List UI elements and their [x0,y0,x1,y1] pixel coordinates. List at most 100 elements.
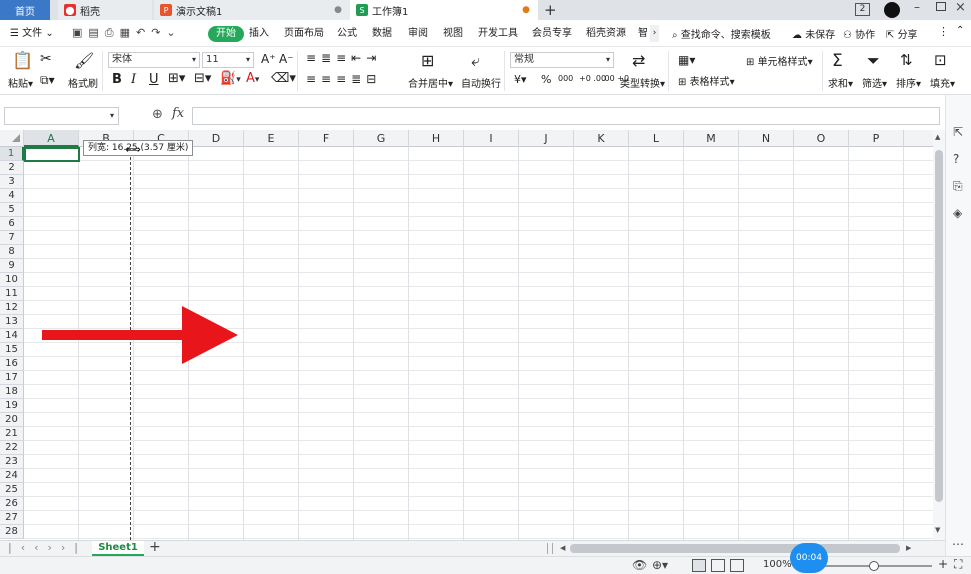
row-header-24[interactable]: 24 [0,469,24,483]
tab-close-dot-icon[interactable]: ● [334,5,342,15]
row-header-28[interactable]: 28 [0,525,24,539]
row-header-8[interactable]: 8 [0,245,24,259]
collapse-ribbon-icon[interactable]: ⌃ [956,25,964,36]
zoom-formula-icon[interactable]: ⊕ [152,107,163,122]
share-button[interactable]: ⇱ 分享 [886,26,918,41]
number-format-select[interactable]: 常规 ▾ [510,52,614,68]
more-menu-icon[interactable]: ⋮ [938,25,949,38]
tab-data[interactable]: 数据 [368,26,396,42]
sort-button[interactable]: 排序▾ [896,75,921,90]
tab-review[interactable]: 审阅 [404,26,432,42]
fx-button[interactable]: fx [172,106,184,121]
fill-color-icon[interactable]: ⛽▾ [220,71,241,86]
row-header-7[interactable]: 7 [0,231,24,245]
clear-format-icon[interactable]: ⌫▾ [271,71,296,86]
row-header-13[interactable]: 13 [0,315,24,329]
filter-button[interactable]: 筛选▾ [862,75,887,90]
currency-button[interactable]: ¥▾ [514,73,527,86]
column-header-i[interactable]: I [464,130,519,147]
merge-cells-icon[interactable]: ⊞ [421,51,434,70]
font-name-select[interactable]: 宋体 ▾ [108,52,200,68]
column-header-d[interactable]: D [189,130,244,147]
row-header-9[interactable]: 9 [0,259,24,273]
tab-resources[interactable]: 稻壳资源 [582,26,630,42]
tab-vip[interactable]: 会员专享 [528,26,576,42]
tab-page-layout[interactable]: 页面布局 [280,26,328,42]
merge-center-button[interactable]: 合并居中▾ [408,75,453,90]
row-header-14[interactable]: 14 [0,329,24,343]
search-command[interactable]: ⌕ 查找命令、搜索模板 [672,26,771,41]
tab-start[interactable]: 开始 [208,26,244,42]
scroll-up-icon[interactable]: ▲ [935,133,940,141]
format-painter-icon[interactable]: 🖌 [74,51,94,70]
table-style-button[interactable]: ⊞ 表格样式▾ [678,73,735,88]
row-header-20[interactable]: 20 [0,413,24,427]
column-header-a[interactable]: A [24,130,79,147]
column-header-l[interactable]: L [629,130,684,147]
fill-icon[interactable]: ⊡ [934,51,947,69]
fullscreen-icon[interactable]: ⛶ [954,557,962,572]
column-header-o[interactable]: O [794,130,849,147]
language-icon[interactable]: ⊕▾ [652,558,668,572]
row-header-26[interactable]: 26 [0,497,24,511]
tab-developer[interactable]: 开发工具 [474,26,522,42]
conditional-format-button[interactable]: ▦▾ [678,53,695,67]
select-pointer-icon[interactable]: ⇱ [953,125,963,139]
column-header-k[interactable]: K [574,130,629,147]
select-all-corner[interactable] [0,130,24,147]
row-header-10[interactable]: 10 [0,273,24,287]
row-header-16[interactable]: 16 [0,357,24,371]
fill-pattern-icon[interactable]: ⊟▾ [194,71,211,86]
backup-icon[interactable]: ⎘ [953,179,963,194]
reading-view-icon[interactable] [730,559,744,572]
row-header-18[interactable]: 18 [0,385,24,399]
sheet-tab-sheet1[interactable]: Sheet1 [92,541,144,556]
scroll-down-icon[interactable]: ▼ [935,526,940,534]
row-header-3[interactable]: 3 [0,175,24,189]
row-header-1[interactable]: 1 [0,147,24,161]
tab-formula[interactable]: 公式 [333,26,361,42]
location-icon[interactable]: ◈ [953,206,962,220]
name-box[interactable]: ▾ [4,107,119,125]
font-shrink-icon[interactable]: A⁻ [279,52,294,66]
tab-presentation[interactable]: P 演示文稿1 ● [154,0,350,20]
help-icon[interactable]: ? [953,152,959,166]
unsaved-status[interactable]: ☁ 未保存 [792,26,835,41]
row-header-12[interactable]: 12 [0,301,24,315]
page-break-view-icon[interactable] [711,559,725,572]
paste-icon[interactable]: 📋 [12,51,33,71]
scroll-right-icon[interactable]: ▶ [906,544,911,552]
more-options-icon[interactable]: ⋯ [952,537,964,551]
row-header-25[interactable]: 25 [0,483,24,497]
column-header-j[interactable]: J [519,130,574,147]
sort-icon[interactable]: ⇅ [900,51,913,69]
italic-button[interactable]: I [131,72,136,87]
scroll-left-icon[interactable]: ◀ [560,544,565,552]
tab-insert[interactable]: 插入 [245,26,273,42]
row-header-23[interactable]: 23 [0,455,24,469]
vertical-scroll-thumb[interactable] [935,150,943,502]
type-convert-icon[interactable]: ⇄ [632,51,645,70]
column-header-p[interactable]: P [849,130,904,147]
sum-icon[interactable]: Σ [832,51,843,71]
row-header-2[interactable]: 2 [0,161,24,175]
font-color-icon[interactable]: A▾ [246,71,259,86]
underline-button[interactable]: U [149,72,159,87]
row-header-27[interactable]: 27 [0,511,24,525]
bold-button[interactable]: B [112,72,122,87]
cut-icon[interactable]: ✂ [40,51,52,67]
font-grow-icon[interactable]: A⁺ [261,52,276,66]
sheet-nav-icons[interactable]: |‹‹››| [8,541,87,554]
sum-button[interactable]: 求和▾ [828,75,853,90]
row-header-6[interactable]: 6 [0,217,24,231]
vertical-align-icons[interactable]: ≡≣≡⇤⇥ [306,51,381,65]
normal-view-icon[interactable] [692,559,706,572]
row-header-5[interactable]: 5 [0,203,24,217]
vertical-scrollbar[interactable]: ▲ ▼ [933,130,945,540]
font-size-select[interactable]: 11 ▾ [202,52,254,68]
column-header-n[interactable]: N [739,130,794,147]
row-header-17[interactable]: 17 [0,371,24,385]
tab-view[interactable]: 视图 [439,26,467,42]
column-header-g[interactable]: G [354,130,409,147]
file-menu[interactable]: ☰ 文件 ⌄ [6,26,58,42]
